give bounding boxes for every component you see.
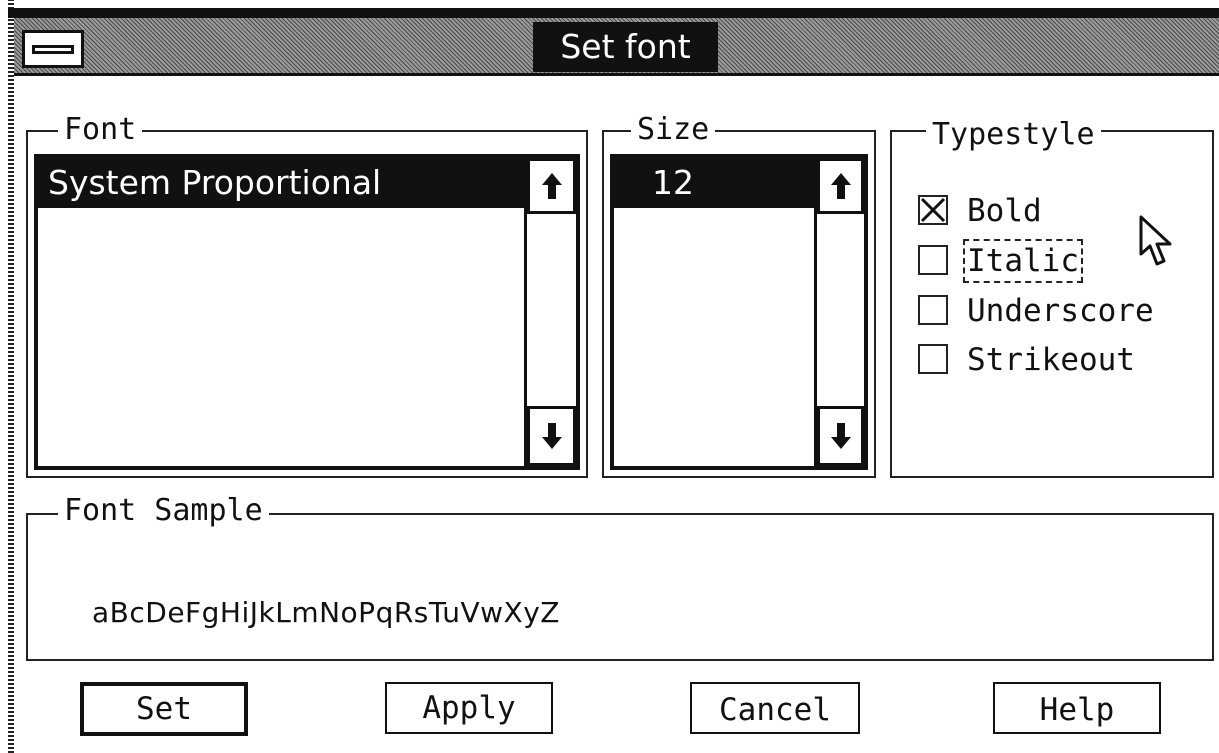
window-frame-left [8, 0, 14, 753]
system-menu-bar-glyph [32, 45, 74, 54]
italic-checkbox[interactable] [918, 245, 948, 275]
font-sample-label: Font Sample [58, 494, 269, 528]
font-scroll-down-arrow-icon[interactable] [527, 406, 576, 466]
window-title: Set font [533, 22, 718, 72]
size-scroll-down-arrow-icon[interactable] [817, 406, 864, 466]
size-scroll-up-arrow-icon[interactable] [817, 158, 864, 214]
window-frame-top [8, 8, 1219, 18]
set-button[interactable]: Set [80, 682, 248, 736]
mouse-pointer-icon [1138, 214, 1178, 274]
size-list-item-selected[interactable]: 12 [614, 158, 816, 208]
apply-button[interactable]: Apply [385, 682, 553, 734]
size-group-label: Size [631, 113, 716, 147]
font-list-item-selected[interactable]: System Proportional [38, 158, 526, 208]
cancel-button[interactable]: Cancel [690, 682, 860, 734]
font-scroll-up-arrow-icon[interactable] [527, 158, 576, 214]
typestyle-group-label: Typestyle [926, 118, 1101, 152]
bold-checkbox-label[interactable]: Bold [967, 193, 1042, 229]
font-group-label: Font [58, 113, 143, 147]
strikeout-checkbox-label[interactable]: Strikeout [967, 342, 1135, 378]
underscore-checkbox-label[interactable]: Underscore [967, 293, 1154, 329]
font-sample-group [26, 513, 1214, 661]
help-button[interactable]: Help [993, 682, 1161, 734]
strikeout-checkbox[interactable] [918, 344, 948, 374]
italic-checkbox-label[interactable]: Italic [963, 239, 1083, 283]
underscore-checkbox[interactable] [918, 295, 948, 325]
bold-checkbox[interactable] [918, 195, 948, 225]
font-sample-text: aBcDeFgHiJkLmNoPqRsTuVwXyZ [92, 596, 560, 629]
